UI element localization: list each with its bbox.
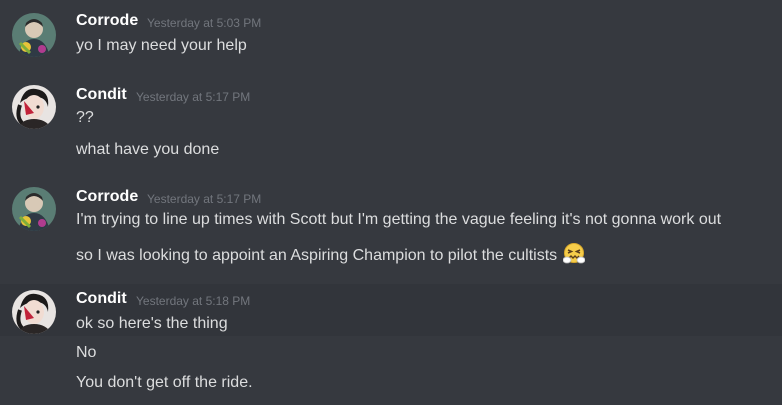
username[interactable]: Corrode <box>76 12 138 30</box>
message-group: Condit Yesterday at 5:18 PM ok so here's… <box>0 284 782 336</box>
message-text: No <box>76 344 97 361</box>
username[interactable]: Corrode <box>76 188 138 206</box>
message-text: yo I may need your help <box>76 37 247 54</box>
username[interactable]: Condit <box>76 86 127 104</box>
message-line: so I was looking to appoint an Aspiring … <box>76 247 558 264</box>
avatar[interactable] <box>12 85 56 129</box>
avatar[interactable] <box>12 290 56 334</box>
message-text: ok so here's the thing <box>76 315 228 332</box>
message-timestamp: Yesterday at 5:17 PM <box>136 90 251 104</box>
confounded-face-icon[interactable] <box>562 242 586 269</box>
message-text: You don't get off the ride. <box>76 374 253 391</box>
message-group: Corrode Yesterday at 5:03 PM yo I may ne… <box>0 0 782 80</box>
corrode-avatar-icon <box>12 187 56 231</box>
condit-avatar-icon <box>12 85 56 129</box>
avatar[interactable] <box>12 187 56 231</box>
message-group: Condit Yesterday at 5:17 PM ?? what have… <box>0 80 782 180</box>
corrode-avatar-icon <box>12 13 56 57</box>
message-text: I'm trying to line up times with Scott b… <box>76 211 722 228</box>
avatar[interactable] <box>12 13 56 57</box>
message-continuation: No You don't get off the ride. <box>0 336 782 405</box>
chat-message-list: Corrode Yesterday at 5:03 PM yo I may ne… <box>0 0 782 405</box>
message-text: ?? <box>76 109 94 126</box>
message-text: what have you done <box>76 141 220 158</box>
message-text: so I was looking to appoint an Aspiring … <box>76 242 586 269</box>
condit-avatar-icon <box>12 290 56 334</box>
message-timestamp: Yesterday at 5:18 PM <box>136 294 251 308</box>
message-group: Corrode Yesterday at 5:17 PM I'm trying … <box>0 180 782 284</box>
message-timestamp: Yesterday at 5:03 PM <box>147 16 262 30</box>
message-timestamp: Yesterday at 5:17 PM <box>147 192 262 206</box>
username[interactable]: Condit <box>76 290 127 308</box>
